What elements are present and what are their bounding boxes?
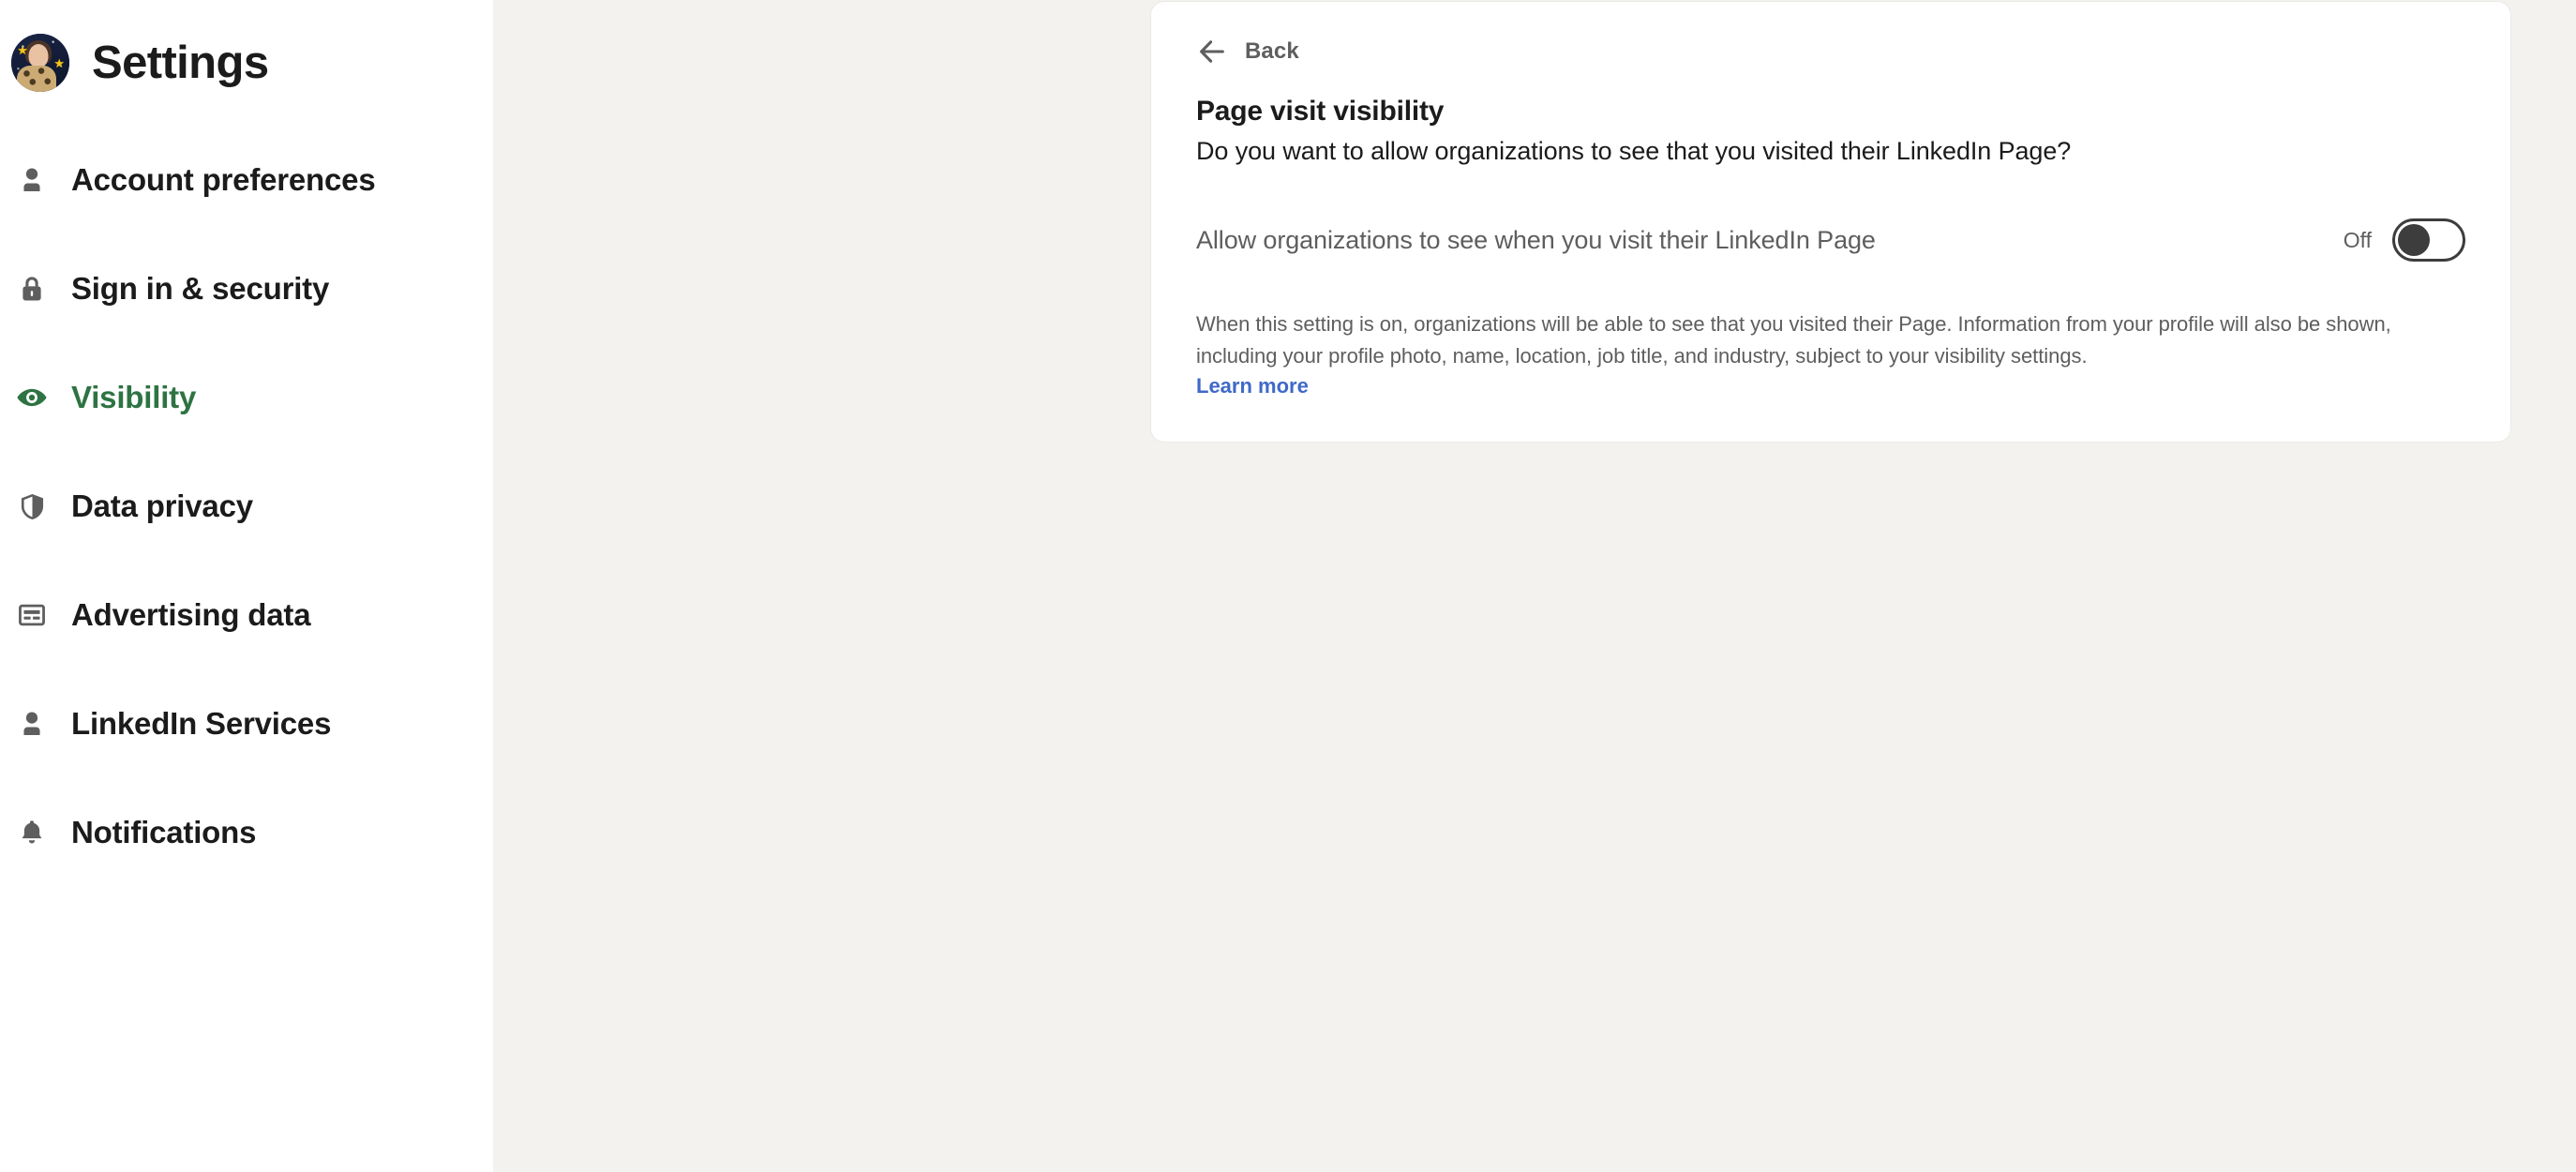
setting-description: When this setting is on, organizations w… — [1196, 312, 2391, 368]
sidebar-item-notifications[interactable]: Notifications — [0, 778, 493, 887]
sidebar-header: ★ ★ Settings — [0, 0, 493, 103]
toggle-state-label: Off — [2343, 227, 2372, 252]
setting-row: Allow organizations to see when you visi… — [1196, 211, 2465, 269]
sidebar-item-label: Advertising data — [71, 597, 311, 632]
page-title: Settings — [92, 37, 269, 88]
star-icon: ★ — [53, 55, 66, 70]
card-subtitle: Do you want to allow organizations to se… — [1196, 137, 2072, 165]
settings-page: ★ ★ Settings Account preferences Sign in… — [0, 0, 2576, 1172]
page-visit-visibility-card: Back Page visit visibility Do you want t… — [1151, 2, 2510, 443]
sidebar-item-label: Notifications — [71, 815, 257, 849]
eye-icon — [13, 379, 51, 416]
sidebar-item-label: Account preferences — [71, 162, 376, 197]
card-title: Page visit visibility — [1196, 96, 1445, 127]
setting-label: Allow organizations to see when you visi… — [1196, 225, 1876, 254]
sidebar-item-account-preferences[interactable]: Account preferences — [0, 126, 493, 234]
lock-icon — [13, 270, 51, 308]
person-icon — [13, 705, 51, 743]
sidebar-item-label: Data privacy — [71, 488, 253, 523]
toggle-knob — [2398, 224, 2430, 256]
back-button[interactable]: Back — [1196, 32, 1299, 71]
sidebar-item-visibility[interactable]: Visibility — [0, 343, 493, 452]
main-content: Back Page visit visibility Do you want t… — [493, 0, 2576, 1172]
shield-icon — [13, 488, 51, 525]
sidebar-item-data-privacy[interactable]: Data privacy — [0, 452, 493, 561]
sidebar-item-sign-in-security[interactable]: Sign in & security — [0, 234, 493, 343]
person-icon — [13, 161, 51, 199]
setting-control: Off — [2344, 218, 2465, 262]
settings-nav: Account preferences Sign in & security V… — [0, 126, 493, 887]
avatar-head — [28, 43, 49, 68]
arrow-left-icon — [1196, 36, 1228, 68]
page-visit-visibility-toggle[interactable] — [2392, 218, 2465, 262]
avatar-body — [17, 66, 57, 92]
back-button-label: Back — [1245, 38, 1299, 64]
settings-sidebar: ★ ★ Settings Account preferences Sign in… — [0, 0, 493, 1172]
sidebar-item-advertising-data[interactable]: Advertising data — [0, 561, 493, 669]
bell-icon — [13, 814, 51, 851]
ad-card-icon — [13, 596, 51, 634]
profile-avatar[interactable]: ★ ★ — [11, 34, 69, 92]
sidebar-item-label: Visibility — [71, 380, 197, 414]
star-icon: ★ — [17, 43, 28, 58]
sidebar-item-linkedin-services[interactable]: LinkedIn Services — [0, 669, 493, 778]
sidebar-item-label: LinkedIn Services — [71, 706, 332, 741]
sidebar-item-label: Sign in & security — [71, 271, 330, 306]
learn-more-link[interactable]: Learn more — [1196, 374, 1309, 398]
